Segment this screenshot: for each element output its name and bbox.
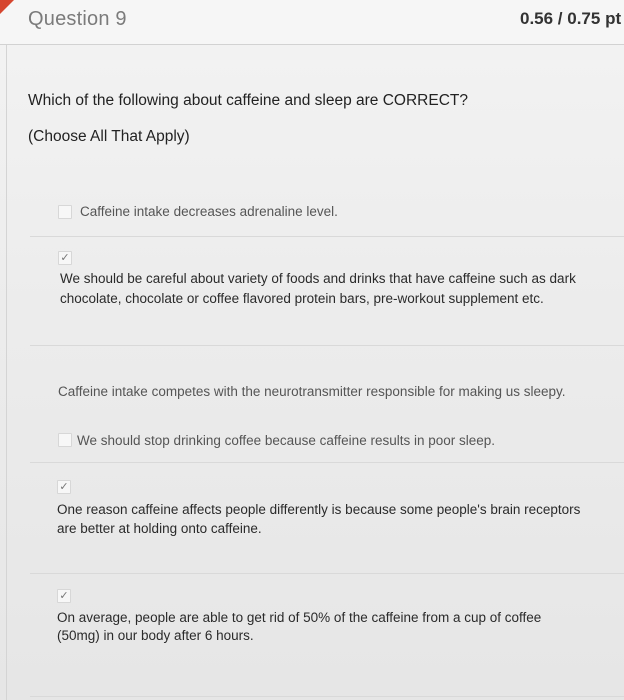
- answer-option-3[interactable]: Caffeine intake competes with the neurot…: [30, 372, 624, 412]
- question-prompt: Which of the following about caffeine an…: [28, 92, 468, 109]
- option-label-line-2: (50mg) in our body after 6 hours.: [57, 628, 254, 643]
- answer-option-5[interactable]: ✓ One reason caffeine affects people dif…: [30, 478, 624, 570]
- option-divider: [30, 696, 624, 697]
- option-label: We should stop drinking coffee because c…: [77, 433, 496, 448]
- option-label: Caffeine intake decreases adrenaline lev…: [80, 204, 338, 219]
- option-checkbox[interactable]: [58, 205, 72, 219]
- answer-option-2[interactable]: ✓ We should be careful about variety of …: [30, 248, 624, 344]
- option-label-line-1: On average, people are able to get rid o…: [57, 610, 542, 625]
- option-checkbox-checked[interactable]: ✓: [57, 589, 71, 603]
- option-label: Caffeine intake competes with the neurot…: [58, 384, 566, 399]
- question-instruction: (Choose All That Apply): [28, 128, 190, 145]
- question-header: Question 9 0.56 / 0.75 pt: [0, 0, 624, 45]
- option-checkbox[interactable]: [58, 433, 72, 447]
- option-divider: [30, 236, 624, 237]
- option-label-line-2: are better at holding onto caffeine.: [57, 521, 262, 536]
- question-title: Question 9: [28, 8, 127, 30]
- option-label-line-1: We should be careful about variety of fo…: [60, 271, 576, 286]
- option-divider: [30, 345, 624, 346]
- answer-option-1[interactable]: Caffeine intake decreases adrenaline lev…: [30, 198, 624, 234]
- flag-icon: [0, 0, 14, 14]
- option-label-line-2: chocolate, chocolate or coffee flavored …: [60, 291, 544, 306]
- option-label-line-1: One reason caffeine affects people diffe…: [57, 502, 581, 517]
- question-score: 0.56 / 0.75 pt: [520, 9, 622, 28]
- option-divider: [30, 462, 624, 463]
- option-divider: [30, 573, 624, 574]
- option-checkbox-checked[interactable]: ✓: [57, 480, 71, 494]
- answer-option-6[interactable]: ✓ On average, people are able to get rid…: [30, 586, 624, 656]
- option-checkbox-checked[interactable]: ✓: [58, 251, 72, 265]
- answer-option-4[interactable]: We should stop drinking coffee because c…: [30, 426, 624, 460]
